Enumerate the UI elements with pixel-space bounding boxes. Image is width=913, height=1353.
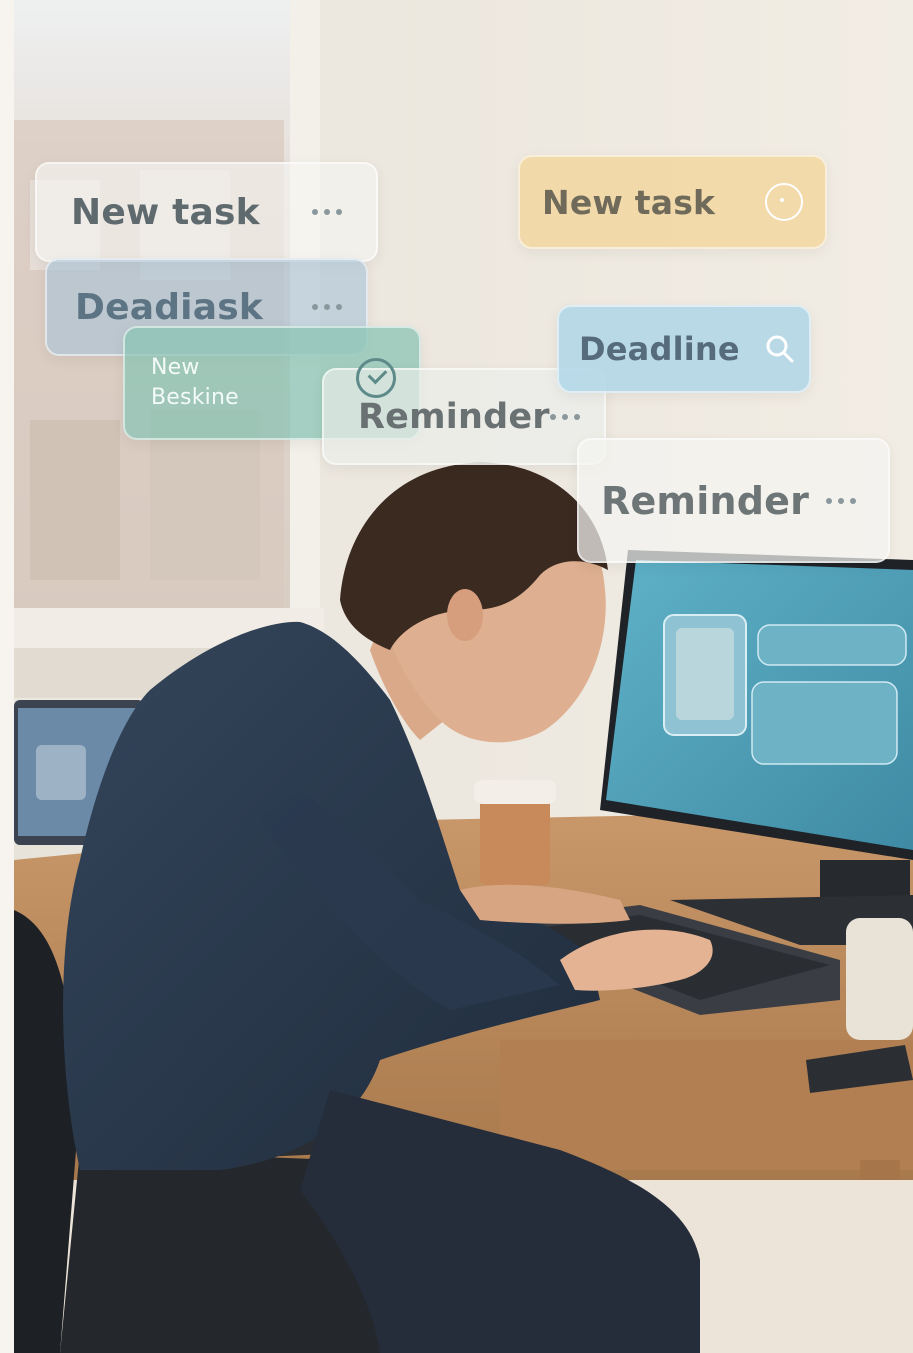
card-label: New task — [71, 191, 260, 233]
card-label: Reminder — [358, 396, 550, 437]
card-label: Deadline — [579, 330, 740, 368]
card-label-line1: New — [151, 355, 200, 380]
circle-target-icon[interactable] — [765, 183, 803, 221]
card-label-line2: Beskine — [151, 385, 239, 410]
more-dots-icon[interactable] — [826, 497, 856, 504]
more-dots-icon[interactable] — [312, 209, 342, 215]
card-label: Deadiask — [75, 286, 263, 328]
new-task-card-left[interactable]: New task — [35, 162, 378, 262]
card-label: Reminder — [601, 478, 810, 523]
search-icon[interactable] — [765, 334, 795, 364]
reminder-card-right[interactable]: Reminder — [577, 438, 890, 563]
deadline-card-right[interactable]: Deadline — [557, 305, 811, 393]
more-dots-icon[interactable] — [312, 304, 342, 310]
card-label: New Beskine — [151, 353, 271, 413]
more-dots-icon[interactable] — [550, 413, 580, 420]
card-label: New task — [542, 182, 716, 222]
check-circle-icon[interactable] — [356, 358, 396, 398]
new-task-card-right[interactable]: New task — [518, 155, 827, 249]
